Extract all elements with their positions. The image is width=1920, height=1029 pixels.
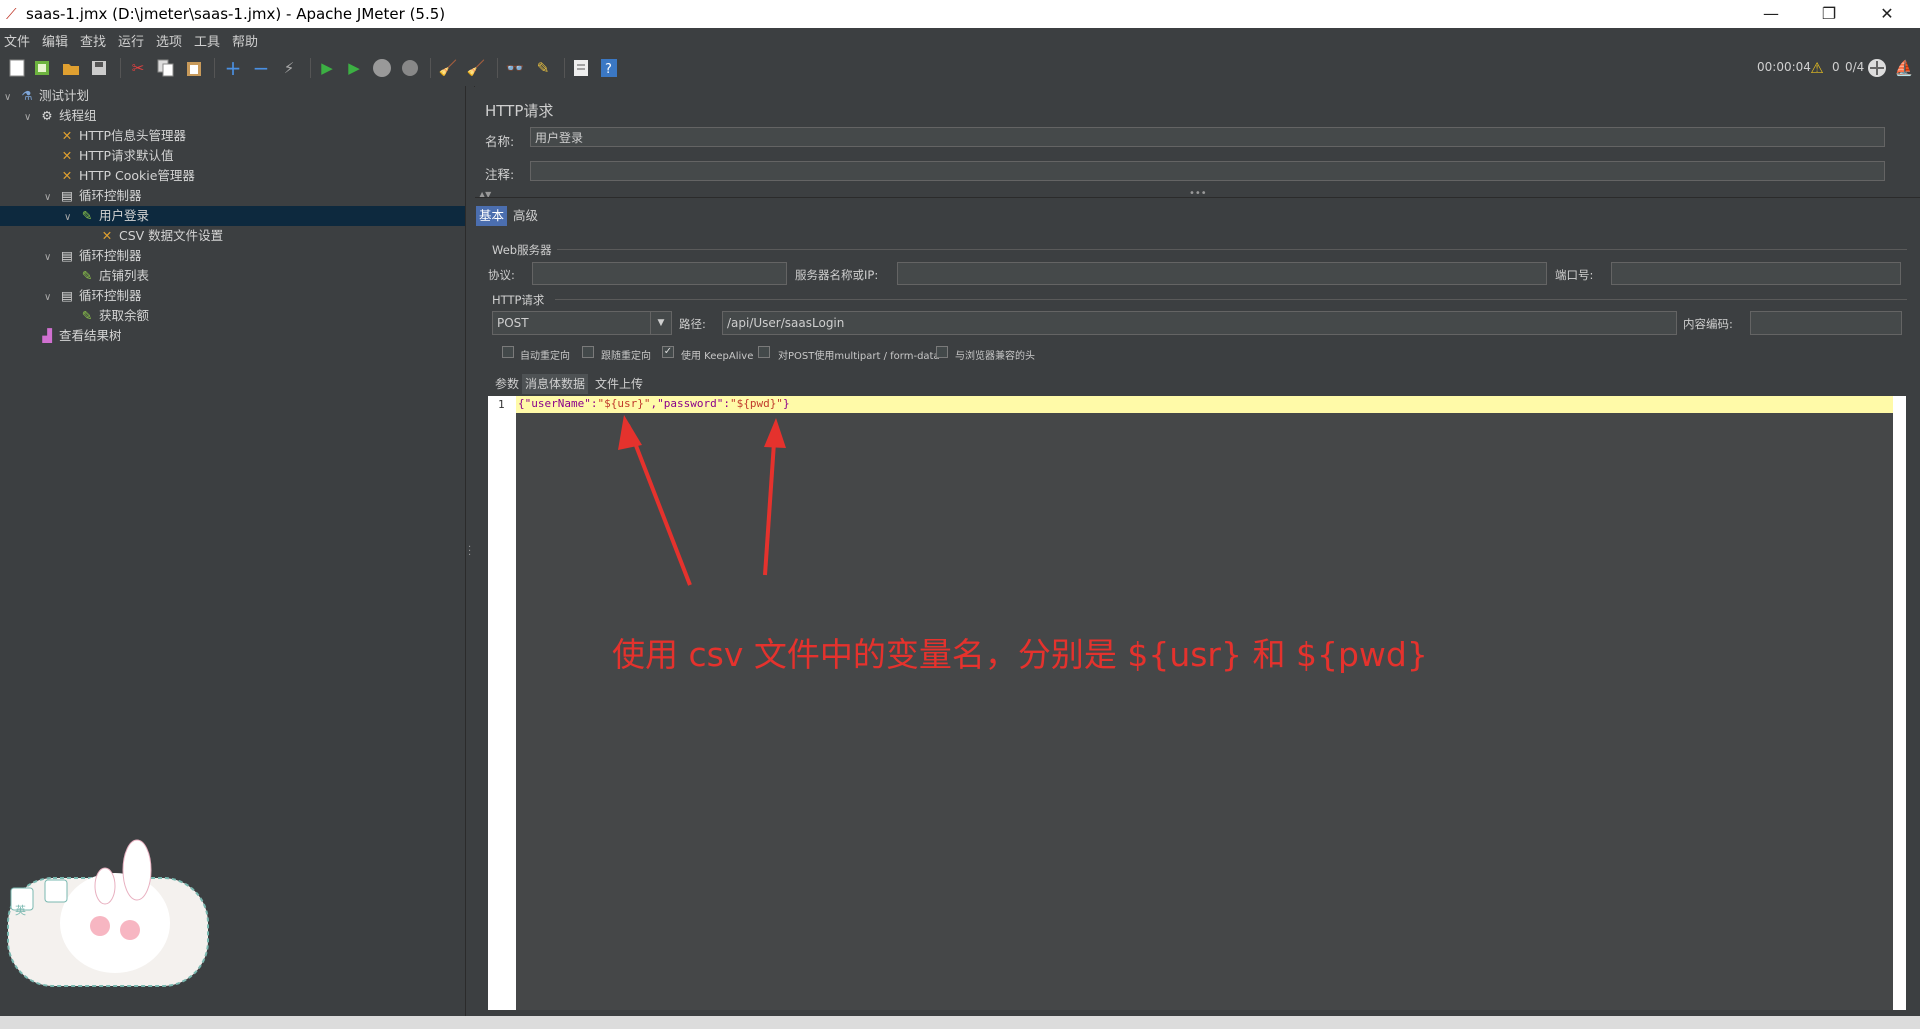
annotation-arrows (618, 415, 786, 586)
annotation-text: 使用 csv 文件中的变量名，分别是 ${usr} 和 ${pwd} (612, 635, 1428, 674)
bottom-strip (0, 1016, 1920, 1029)
